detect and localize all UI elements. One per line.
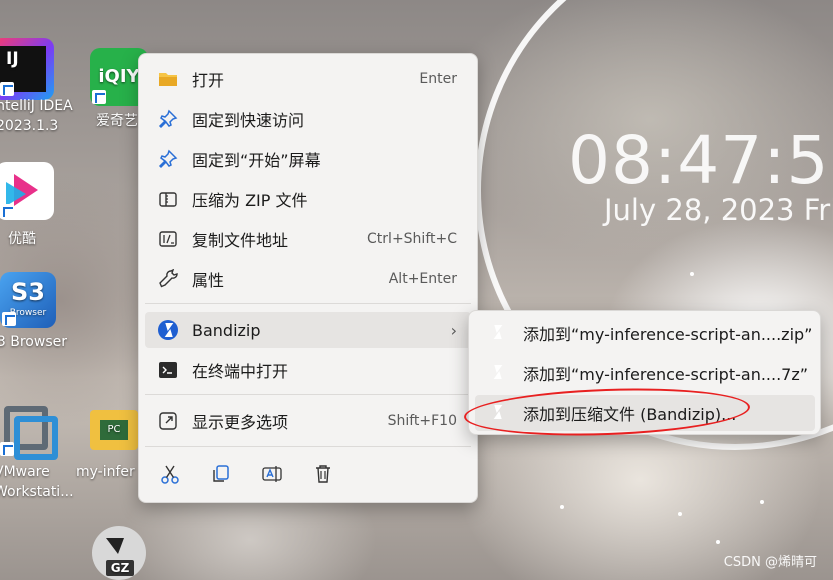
menu-item-pin-quick-access[interactable]: 固定到快速访问 xyxy=(145,101,471,137)
wrench-icon xyxy=(157,268,179,290)
sparkle xyxy=(560,505,564,509)
menu-item-shortcut: Enter xyxy=(419,71,457,87)
open-folder-icon xyxy=(157,68,179,90)
icon-label: 优酷 xyxy=(8,231,36,247)
gz-archive-icon: GZ xyxy=(92,526,146,580)
icon-label: S3 Browser xyxy=(0,334,67,350)
menu-item-pin-start[interactable]: 固定到“开始”屏幕 xyxy=(145,141,471,177)
menu-item-label: 复制文件地址 xyxy=(192,231,289,250)
delete-icon[interactable] xyxy=(312,463,334,485)
shortcut-arrow-icon xyxy=(92,90,106,104)
submenu-item-add-zip[interactable]: 添加到“my-inference-script-an....zip” xyxy=(475,315,815,351)
submenu-item-label: 添加到“my-inference-script-an....7z” xyxy=(523,365,809,384)
menu-item-label: 固定到快速访问 xyxy=(192,111,305,130)
icon-label: 爱奇艺 xyxy=(96,113,138,129)
menu-item-more-options[interactable]: 显示更多选项 Shift+F10 xyxy=(145,403,471,439)
chevron-right-icon: › xyxy=(450,320,457,340)
folder-icon: PC xyxy=(90,410,138,450)
icon-label: IntelliJ IDEA xyxy=(0,98,73,114)
pin-icon xyxy=(157,108,179,130)
sparkle xyxy=(678,512,682,516)
copy-path-icon xyxy=(157,228,179,250)
menu-item-label: 属性 xyxy=(192,271,225,290)
icon-label: VMware xyxy=(0,464,50,480)
menu-item-copy-path[interactable]: 复制文件地址 Ctrl+Shift+C xyxy=(145,221,471,257)
menu-item-bandizip[interactable]: Bandizip › xyxy=(145,312,471,348)
bandizip-icon xyxy=(487,322,509,344)
context-menu: 打开 Enter 固定到快速访问 固定到“开始”屏幕 压缩为 ZIP 文件 复制… xyxy=(138,53,478,503)
sparkle xyxy=(716,540,720,544)
desktop-icon-vmware[interactable]: VMware Workstati... xyxy=(0,400,80,510)
watermark: CSDN @烯晴可 xyxy=(723,555,817,570)
menu-item-label: 打开 xyxy=(192,71,225,90)
shortcut-arrow-icon xyxy=(0,442,14,456)
icon-label: 2023.1.3 xyxy=(0,118,59,134)
cut-icon[interactable] xyxy=(159,463,181,485)
menu-item-open[interactable]: 打开 Enter xyxy=(145,61,471,97)
desktop-icon-gz[interactable]: GZ xyxy=(92,526,152,580)
menu-item-label: 显示更多选项 xyxy=(192,413,289,432)
menu-item-shortcut: Shift+F10 xyxy=(387,413,457,429)
menu-item-shortcut: Alt+Enter xyxy=(388,271,457,287)
rename-icon[interactable] xyxy=(261,463,283,485)
bandizip-icon xyxy=(157,319,179,341)
desktop-icon-s3-browser[interactable]: S3 Browser S3 Browser xyxy=(0,272,80,357)
menu-item-compress-zip[interactable]: 压缩为 ZIP 文件 xyxy=(145,181,471,217)
menu-item-label: 在终端中打开 xyxy=(192,362,289,381)
menu-item-properties[interactable]: 属性 Alt+Enter xyxy=(145,261,471,297)
icon-label: Workstati... xyxy=(0,484,74,500)
copy-icon[interactable] xyxy=(210,463,232,485)
action-bar xyxy=(145,456,471,492)
sparkle xyxy=(760,500,764,504)
zip-icon xyxy=(157,188,179,210)
desktop-icon-youku[interactable]: 优酷 xyxy=(0,162,60,252)
clock-date: July 28, 2023 Fri xyxy=(604,193,833,227)
shortcut-arrow-icon xyxy=(0,82,14,96)
menu-item-label: Bandizip xyxy=(192,320,261,340)
menu-item-open-terminal[interactable]: 在终端中打开 xyxy=(145,352,471,388)
desktop-icon-intellij[interactable]: IJ IntelliJ IDEA 2023.1.3 xyxy=(0,38,73,138)
menu-item-shortcut: Ctrl+Shift+C xyxy=(367,231,457,247)
menu-separator xyxy=(145,446,471,447)
sparkle xyxy=(690,272,694,276)
submenu-item-label: 添加到“my-inference-script-an....zip” xyxy=(523,325,813,344)
clock-time: 08:47:51 xyxy=(568,122,833,199)
menu-separator xyxy=(145,394,471,395)
icon-label: my-infer xyxy=(76,464,135,480)
shortcut-arrow-icon xyxy=(0,204,14,218)
menu-item-label: 固定到“开始”屏幕 xyxy=(192,151,321,170)
pin-start-icon xyxy=(157,148,179,170)
bandizip-icon xyxy=(487,362,509,384)
shortcut-arrow-icon xyxy=(2,312,16,326)
submenu-item-add-7z[interactable]: 添加到“my-inference-script-an....7z” xyxy=(475,355,815,391)
menu-item-label: 压缩为 ZIP 文件 xyxy=(192,191,308,210)
menu-separator xyxy=(145,303,471,304)
more-options-icon xyxy=(157,410,179,432)
terminal-icon xyxy=(157,359,179,381)
